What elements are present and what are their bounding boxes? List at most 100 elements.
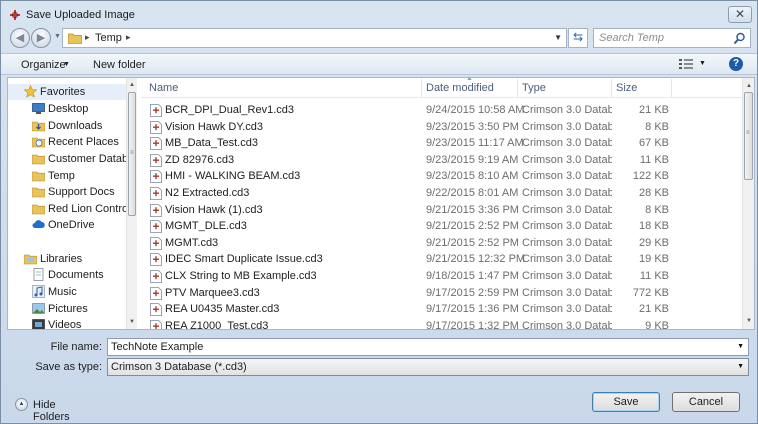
file-row[interactable]: ZD 82976.cd3 9/23/2015 9:19 AM Crimson 3.0… <box>141 152 743 168</box>
nav-onedrive[interactable]: OneDrive <box>8 217 126 233</box>
nav-red-lion-control[interactable]: Red Lion Control <box>8 201 131 217</box>
chevron-down-icon[interactable]: ▼ <box>63 61 70 68</box>
file-date: 9/24/2015 10:58 AM <box>426 104 525 116</box>
file-row[interactable]: IDEC Smart Duplicate Issue.cd3 9/21/2015 … <box>141 251 743 267</box>
file-name: Vision Hawk DY.cd3 <box>165 120 264 133</box>
column-divider[interactable] <box>421 79 422 97</box>
forward-button[interactable]: ▶ <box>31 28 51 48</box>
recent-locations-dropdown[interactable]: ▼ <box>54 33 61 40</box>
file-size: 11 KB <box>639 153 669 166</box>
file-name: MGMT.cd3 <box>165 236 219 249</box>
chevron-up-icon[interactable]: ▲ <box>15 398 28 411</box>
file-size: 21 KB <box>639 303 669 316</box>
file-size: 8 KB <box>645 203 669 216</box>
scroll-down-arrow[interactable]: ▼ <box>746 318 752 324</box>
refresh-button[interactable]: ⇆ <box>568 28 588 48</box>
cancel-button[interactable]: Cancel <box>672 392 740 412</box>
file-name-value[interactable]: TechNote Example <box>111 341 203 353</box>
file-row[interactable]: Vision Hawk (1).cd3 9/21/2015 3:36 PM Crim… <box>141 202 743 218</box>
file-name: HMI - WALKING BEAM.cd3 <box>165 170 301 183</box>
crimson-file-icon <box>150 170 162 184</box>
file-name: Vision Hawk (1).cd3 <box>165 203 263 216</box>
file-row[interactable]: PTV Marquee3.cd3 9/17/2015 2:59 PM Crimson… <box>141 285 743 301</box>
help-icon[interactable]: ? <box>729 57 743 71</box>
recent-places-icon <box>32 137 45 148</box>
nav-item-label: OneDrive <box>48 219 95 231</box>
file-date: 9/21/2015 12:32 PM <box>426 253 526 266</box>
file-list-scrollbar[interactable]: ▲ ≡ ▼ <box>742 78 754 329</box>
view-options-icon[interactable] <box>679 58 693 70</box>
save-as-type-select[interactable]: Crimson 3 Database (*.cd3) ▼ <box>107 358 749 376</box>
address-dropdown[interactable]: ▼ <box>554 33 562 42</box>
search-box[interactable]: Search Temp <box>593 28 751 48</box>
chevron-down-icon[interactable]: ▼ <box>737 363 744 370</box>
column-header-name[interactable]: Name <box>149 82 178 94</box>
file-name: MB_Data_Test.cd3 <box>165 137 258 150</box>
file-row[interactable]: MB_Data_Test.cd3 9/23/2015 11:17 AM Crimso… <box>141 135 743 151</box>
nav-documents[interactable]: Documents <box>8 267 126 283</box>
breadcrumb-temp[interactable]: Temp <box>95 32 122 44</box>
file-row[interactable]: REA Z1000_Test.cd3 9/17/2015 1:32 PM Crims… <box>141 318 743 329</box>
file-date: 9/22/2015 8:01 AM <box>426 187 519 199</box>
chevron-down-icon[interactable]: ▼ <box>699 60 706 67</box>
scroll-thumb[interactable] <box>744 92 753 180</box>
hide-folders-button[interactable]: ▲ Hide Folders <box>15 397 95 423</box>
crimson-file-icon <box>150 319 162 329</box>
search-placeholder[interactable]: Search Temp <box>599 32 664 44</box>
new-folder-button[interactable]: New folder <box>93 59 146 71</box>
file-size: 8 KB <box>645 120 669 133</box>
chevron-right-icon[interactable]: ▸ <box>85 32 90 43</box>
file-type: Crimson 3.0 Datab... <box>522 303 612 316</box>
scroll-down-arrow[interactable]: ▼ <box>129 319 135 325</box>
column-header-row: Name ▲ Date modified Type Size <box>141 78 743 98</box>
nav-customer-database[interactable]: Customer Databa <box>8 151 134 167</box>
column-divider[interactable] <box>671 79 672 97</box>
file-row[interactable]: MGMT.cd3 9/21/2015 2:52 PM Crimson 3.0 Dat… <box>141 235 743 251</box>
file-date: 9/17/2015 1:32 PM <box>426 319 519 329</box>
file-row[interactable]: CLX String to MB Example.cd3 9/18/2015 1:… <box>141 268 743 284</box>
file-date: 9/18/2015 1:47 PM <box>426 270 519 282</box>
search-icon[interactable] <box>733 32 746 45</box>
nav-favorites[interactable]: Favorites <box>8 84 126 100</box>
column-header-type[interactable]: Type <box>522 82 546 94</box>
column-divider[interactable] <box>517 79 518 97</box>
file-row[interactable]: MGMT_DLE.cd3 9/21/2015 2:52 PM Crimson 3.0… <box>141 218 743 234</box>
file-date: 9/21/2015 2:52 PM <box>426 236 519 249</box>
nav-videos[interactable]: Videos <box>8 317 126 329</box>
folder-icon <box>32 187 45 198</box>
back-button[interactable]: ◀ <box>10 28 30 48</box>
file-name: REA Z1000_Test.cd3 <box>165 319 269 329</box>
file-row[interactable]: REA U0435 Master.cd3 9/17/2015 1:36 PM Cri… <box>141 301 743 317</box>
nav-music[interactable]: Music <box>8 284 126 300</box>
chevron-right-icon[interactable]: ▸ <box>126 32 131 43</box>
address-row: ◀ ▶ ▼ ▸ Temp ▸ ▼ ⇆ Search Temp <box>1 27 757 49</box>
file-type: Crimson 3.0 Datab... <box>522 319 612 329</box>
hide-folders-label[interactable]: Hide Folders <box>33 399 95 423</box>
file-row[interactable]: BCR_DPI_Dual_Rev1.cd3 9/24/2015 10:58 AM C… <box>141 102 743 118</box>
nav-recent-places[interactable]: Recent Places <box>8 134 126 150</box>
close-button[interactable]: ✕ <box>728 6 752 23</box>
address-bar[interactable]: ▸ Temp ▸ ▼ <box>62 28 567 48</box>
file-row[interactable]: Vision Hawk DY.cd3 9/23/2015 3:50 PM Crims… <box>141 119 743 135</box>
column-header-date[interactable]: Date modified <box>426 82 494 94</box>
nav-item-label: Recent Places <box>48 136 119 148</box>
scroll-up-arrow[interactable]: ▲ <box>129 82 135 88</box>
file-row[interactable]: N2 Extracted.cd3 9/22/2015 8:01 AM Crimson… <box>141 185 743 201</box>
file-row[interactable]: HMI - WALKING BEAM.cd3 9/23/2015 8:10 AM C… <box>141 168 743 184</box>
nav-libraries[interactable]: Libraries <box>8 251 126 267</box>
file-name-input[interactable]: TechNote Example ▼ <box>107 338 749 356</box>
organize-button[interactable]: Organize <box>21 59 66 71</box>
save-button[interactable]: Save <box>592 392 660 412</box>
chevron-down-icon[interactable]: ▼ <box>737 343 744 350</box>
nav-downloads[interactable]: Downloads <box>8 118 126 134</box>
column-divider[interactable] <box>611 79 612 97</box>
nav-temp[interactable]: Temp <box>8 168 126 184</box>
save-as-type-value[interactable]: Crimson 3 Database (*.cd3) <box>111 361 247 373</box>
nav-support-docs[interactable]: Support Docs <box>8 184 126 200</box>
crimson-file-icon <box>150 104 162 117</box>
nav-desktop[interactable]: Desktop <box>8 101 126 117</box>
column-header-size[interactable]: Size <box>616 82 637 94</box>
scroll-up-arrow[interactable]: ▲ <box>746 83 752 89</box>
navigation-pane-scrollbar[interactable]: ▲ ≡ ▼ <box>126 78 137 329</box>
nav-pictures[interactable]: Pictures <box>8 301 126 317</box>
